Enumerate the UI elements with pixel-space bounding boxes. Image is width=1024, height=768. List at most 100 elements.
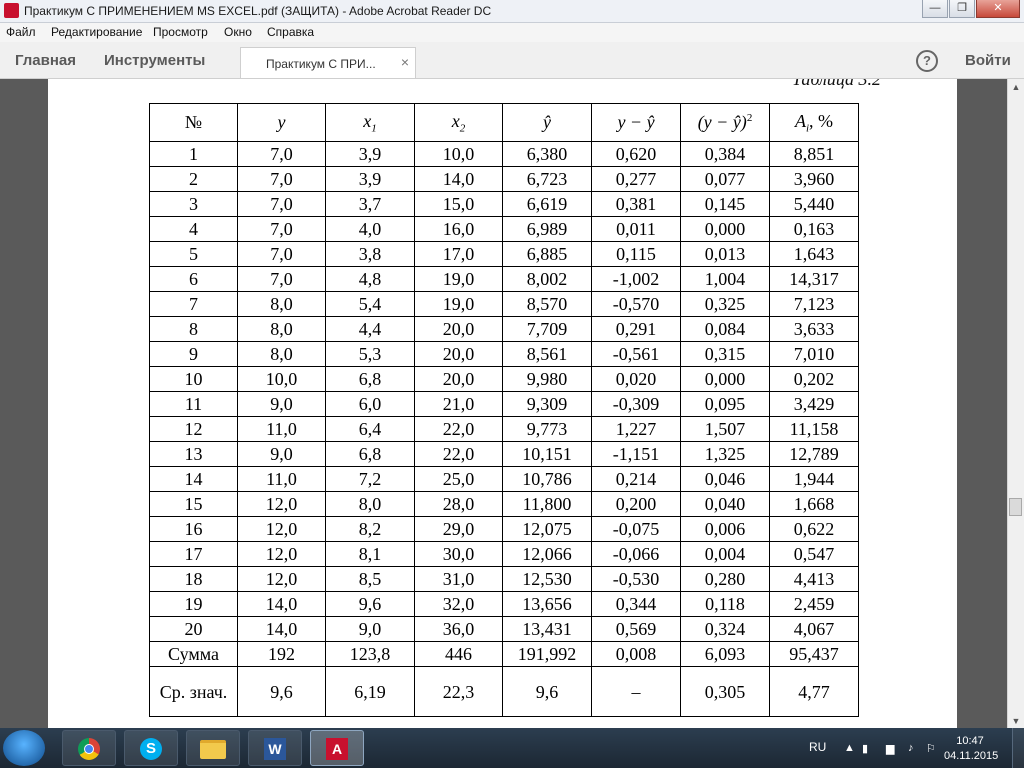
table-cell: 0,622 <box>769 516 859 542</box>
table-row: 18 12,0 8,5 31,0 12,530 -0,530 0,280 4,413 <box>149 566 859 592</box>
table-cell: 2 <box>149 166 238 192</box>
table-cell: 0,077 <box>680 166 770 192</box>
table-cell: 0,291 <box>591 316 681 342</box>
table-header-cell: ŷ <box>502 103 592 142</box>
table-cell: 7,0 <box>237 266 326 292</box>
table-cell: 8,561 <box>502 341 592 367</box>
table-cell: 3,9 <box>325 141 415 167</box>
table-cell: 19 <box>149 591 238 617</box>
table-cell: -1,151 <box>591 441 681 467</box>
table-cell: 32,0 <box>414 591 503 617</box>
taskbar-word[interactable]: W <box>248 730 302 766</box>
minimize-button[interactable]: — <box>922 0 948 18</box>
show-hidden-icons-icon[interactable]: ▲ <box>844 742 855 754</box>
table-caption: Таблица 3.2 <box>792 79 882 89</box>
table-cell: 15 <box>149 491 238 517</box>
table-cell: 16 <box>149 516 238 542</box>
network-icon[interactable]: ▆ <box>886 742 894 755</box>
table-cell: 7 <box>149 291 238 317</box>
scroll-down-icon[interactable]: ▼ <box>1008 713 1024 729</box>
notification-icon[interactable]: ⚐ <box>926 742 936 755</box>
clock-date: 04.11.2015 <box>944 750 999 762</box>
tab-home[interactable]: Главная <box>15 52 76 69</box>
table-cell: 0,000 <box>680 216 770 242</box>
table-cell: 9,6 <box>237 666 326 717</box>
start-button[interactable] <box>3 730 45 766</box>
table-cell: -0,309 <box>591 391 681 417</box>
tab-document[interactable]: Практикум С ПРИ... × <box>240 47 416 78</box>
table-cell: 8,0 <box>325 491 415 517</box>
table-cell: 1,325 <box>680 441 770 467</box>
table-cell: 3,9 <box>325 166 415 192</box>
table-cell: 17 <box>149 541 238 567</box>
skype-icon: S <box>140 738 162 760</box>
table-cell: 11 <box>149 391 238 417</box>
menu-edit[interactable]: Редактирование <box>51 25 142 39</box>
menu-bar: Файл Редактирование Просмотр Окно Справк… <box>0 23 1024 42</box>
table-cell: 28,0 <box>414 491 503 517</box>
scroll-thumb[interactable] <box>1009 498 1022 516</box>
table-cell: 10,0 <box>237 366 326 392</box>
table-cell: 6,0 <box>325 391 415 417</box>
show-desktop-button[interactable] <box>1012 728 1024 768</box>
help-icon[interactable]: ? <box>916 50 938 72</box>
table-cell: 10,0 <box>414 141 503 167</box>
table-cell: 9,0 <box>237 391 326 417</box>
table-cell: 6 <box>149 266 238 292</box>
close-tab-icon[interactable]: × <box>401 54 409 70</box>
scroll-up-icon[interactable]: ▲ <box>1008 79 1024 95</box>
table-cell: 36,0 <box>414 616 503 642</box>
table-cell: 0,620 <box>591 141 681 167</box>
volume-icon[interactable]: ♪ <box>908 742 914 754</box>
taskbar-explorer[interactable] <box>186 730 240 766</box>
table-cell: 1 <box>149 141 238 167</box>
table-cell: 19,0 <box>414 266 503 292</box>
taskbar-acrobat[interactable]: A <box>310 730 364 766</box>
menu-help[interactable]: Справка <box>267 25 314 39</box>
clock[interactable]: 10:47 04.11.2015 <box>944 734 999 764</box>
menu-window[interactable]: Окно <box>224 25 252 39</box>
table-cell: -0,075 <box>591 516 681 542</box>
table-cell: 10,151 <box>502 441 592 467</box>
table-cell: 0,006 <box>680 516 770 542</box>
table-cell: 0,305 <box>680 666 770 717</box>
table-cell: 0,202 <box>769 366 859 392</box>
table-cell: 0,384 <box>680 141 770 167</box>
table-cell: 9,0 <box>325 616 415 642</box>
sign-in-button[interactable]: Войти <box>965 52 1011 69</box>
table-row: 2 7,0 3,9 14,0 6,723 0,277 0,077 3,960 <box>149 166 859 192</box>
table-cell: 4,0 <box>325 216 415 242</box>
table-cell: 12,075 <box>502 516 592 542</box>
table-row: 11 9,0 6,0 21,0 9,309 -0,309 0,095 3,429 <box>149 391 859 417</box>
taskbar-skype[interactable]: S <box>124 730 178 766</box>
table-cell: – <box>591 666 681 717</box>
menu-view[interactable]: Просмотр <box>153 25 208 39</box>
close-button[interactable]: ✕ <box>976 0 1020 18</box>
table-cell: -0,561 <box>591 341 681 367</box>
table-cell: 11,0 <box>237 416 326 442</box>
table-cell: 8,2 <box>325 516 415 542</box>
tab-tools[interactable]: Инструменты <box>104 52 205 69</box>
vertical-scrollbar[interactable]: ▲ ▼ <box>1007 79 1024 729</box>
table-header-cell: y − ŷ <box>591 103 681 142</box>
maximize-button[interactable]: ❐ <box>949 0 975 18</box>
menu-file[interactable]: Файл <box>6 25 36 39</box>
table-row: 7 8,0 5,4 19,0 8,570 -0,570 0,325 7,123 <box>149 291 859 317</box>
top-toolbar: Главная Инструменты Практикум С ПРИ... ×… <box>0 42 1024 79</box>
acrobat-tray-icon[interactable]: ▮ <box>862 742 868 755</box>
table-cell: 25,0 <box>414 466 503 492</box>
table-row: 1 7,0 3,9 10,0 6,380 0,620 0,384 8,851 <box>149 141 859 167</box>
language-indicator[interactable]: RU <box>809 740 826 754</box>
table-cell: 8,0 <box>237 291 326 317</box>
table-cell: Ср. знач. <box>149 666 238 717</box>
table-cell: 12,789 <box>769 441 859 467</box>
taskbar-chrome[interactable] <box>62 730 116 766</box>
folder-icon <box>200 740 226 759</box>
table-row: 6 7,0 4,8 19,0 8,002 -1,002 1,004 14,317 <box>149 266 859 292</box>
table-cell: 4,4 <box>325 316 415 342</box>
table-cell: 7,0 <box>237 241 326 267</box>
table-cell: 3,960 <box>769 166 859 192</box>
table-cell: 0,115 <box>591 241 681 267</box>
table-cell: 0,013 <box>680 241 770 267</box>
table-cell: 191,992 <box>502 641 592 667</box>
